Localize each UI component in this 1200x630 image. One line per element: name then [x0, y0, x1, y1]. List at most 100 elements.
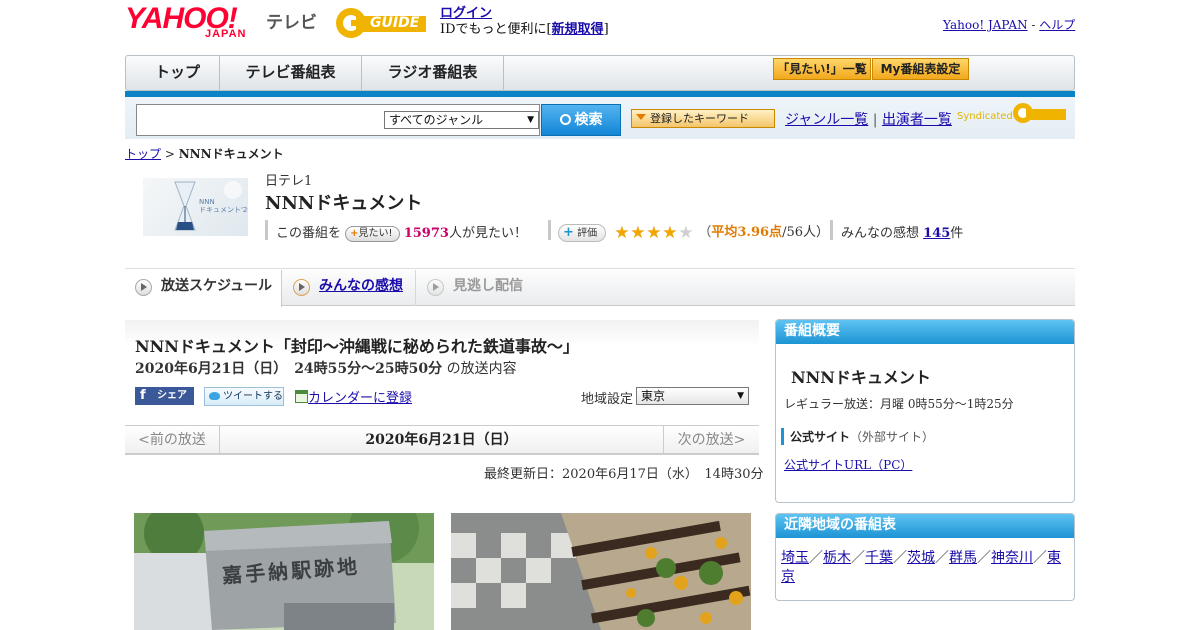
star-icon: ★ ★ — [662, 223, 678, 243]
region-select[interactable]: 東京 ▼ — [636, 387, 749, 405]
tab-impressions[interactable]: みんなの感想 — [283, 270, 416, 306]
episode-photo-1: 嘉手納駅跡地 — [134, 513, 434, 630]
official-site-label: 公式サイト — [790, 430, 851, 444]
rating-button-label: 評価 — [577, 228, 598, 239]
mitai-stat: この番組を +見たい! 15973人が見たい！ — [276, 222, 527, 242]
yahoo-japan-link[interactable]: Yahoo! JAPAN — [943, 18, 1028, 32]
tv-label: テレビ — [266, 13, 317, 32]
login-link[interactable]: ログイン — [440, 6, 492, 21]
channel-name: 日テレ1 — [265, 174, 313, 189]
mitai-button-label: 見たい! — [358, 228, 393, 239]
official-site-link[interactable]: 公式サイトURL（PC） — [784, 458, 912, 472]
tab-tv-schedule[interactable]: テレビ番組表 — [220, 56, 362, 90]
episode-datetime: 2020年6月21日（日） 24時55分～25時50分 — [135, 361, 443, 377]
gguide-small-logo — [1012, 102, 1068, 124]
region-separator: ／ — [851, 550, 865, 566]
nearby-region-heading: 近隣地域の番組表 — [776, 514, 1074, 538]
help-link[interactable]: ヘルプ — [1039, 18, 1075, 32]
region-separator: ／ — [893, 550, 907, 566]
pager-date: 2020年6月21日（日） — [365, 432, 518, 448]
thumbnail-caption: NNN ドキュメント'20 — [199, 198, 248, 214]
genre-list-link[interactable]: ジャンル一覧 — [785, 112, 868, 128]
plus-icon: + — [563, 225, 574, 240]
search-icon — [559, 114, 571, 125]
region-separator: ／ — [935, 550, 949, 566]
cast-list-link[interactable]: 出演者一覧 — [882, 112, 952, 128]
impressions-count-link[interactable]: 145 — [923, 226, 950, 241]
region-select-value: 東京 — [641, 389, 666, 403]
my-bangumi-button[interactable]: My番組表設定 — [872, 58, 969, 80]
breadcrumb-top-link[interactable]: トップ — [125, 147, 161, 161]
play-icon — [293, 279, 310, 296]
tab-missed-label: 見逃し配信 — [453, 278, 523, 294]
login-area: ログイン IDでもっと便利に[新規取得] — [440, 6, 609, 38]
prev-broadcast-link[interactable]: <前の放送 — [125, 426, 220, 454]
breadcrumb: トップ > NNNドキュメント — [125, 145, 284, 162]
tab-schedule[interactable]: 放送スケジュール — [125, 270, 282, 307]
program-title: NNNドキュメント — [265, 193, 423, 214]
region-separator: ／ — [809, 550, 823, 566]
region-label: 地域設定 — [581, 392, 634, 407]
mitai-count: 15973 — [403, 226, 449, 241]
plus-icon: + — [350, 228, 359, 239]
region-link[interactable]: 千葉 — [865, 550, 893, 566]
region-link[interactable]: 神奈川 — [991, 550, 1033, 566]
mitai-prefix: この番組を — [276, 226, 342, 241]
star-icon: ★ ★ — [646, 223, 662, 243]
rating-button[interactable]: + 評価 — [558, 224, 607, 242]
play-icon — [427, 279, 444, 296]
nearby-region-links: 埼玉／栃木／千葉／茨城／群馬／神奈川／東京 — [781, 549, 1066, 587]
rating-stat: + 評価 ★ ★ ★ ★ ★ ★ ★ ★ ★ （平均3.96点/56人） — [558, 221, 829, 242]
mitai-list-button[interactable]: 「見たい!」一覧 — [773, 58, 871, 80]
tab-top[interactable]: トップ — [136, 56, 220, 90]
genre-select-value: すべてのジャンル — [389, 113, 484, 127]
region-link[interactable]: 栃木 — [823, 550, 851, 566]
next-broadcast-link[interactable]: 次の放送> — [663, 426, 759, 454]
star-icon: ★ ★ — [630, 223, 646, 243]
region-link[interactable]: 埼玉 — [781, 550, 809, 566]
overview-program-name: NNNドキュメント — [791, 368, 931, 387]
link-separator: - — [1027, 18, 1040, 32]
genre-select[interactable]: すべてのジャンル ▼ — [384, 111, 539, 129]
breadcrumb-sep: > — [161, 147, 179, 161]
breadcrumb-current: NNNドキュメント — [178, 147, 284, 161]
gguide-text: GUIDE — [370, 15, 420, 31]
region-link[interactable]: 茨城 — [907, 550, 935, 566]
header-links: Yahoo! JAPAN - ヘルプ — [943, 16, 1075, 33]
keyword-button-label: 登録したキーワード — [650, 112, 749, 125]
official-site-heading: 公式サイト（外部サイト） — [781, 428, 934, 445]
official-site-note: （外部サイト） — [850, 430, 935, 444]
calendar-link: カレンダーに登録 — [308, 391, 413, 406]
episode-date-suffix: の放送内容 — [446, 361, 517, 377]
login-desc: IDでもっと便利に[ — [440, 22, 552, 37]
search-button-label: 検索 — [574, 112, 603, 128]
login-close: ] — [603, 22, 609, 37]
impressions-label: みんなの感想 — [841, 226, 920, 241]
chevron-down-icon: ▼ — [527, 115, 534, 125]
mitai-suffix: 人が見たい！ — [448, 226, 527, 241]
region-link[interactable]: 群馬 — [949, 550, 977, 566]
episode-title: NNNドキュメント「封印～沖縄戦に秘められた鉄道事故～」 — [135, 337, 579, 356]
rating-average: 平均3.96点 — [711, 225, 783, 240]
search-button[interactable]: 検索 — [541, 104, 621, 136]
schedule-tabs: 放送スケジュール みんなの感想 見逃し配信 — [125, 270, 1075, 307]
region-separator: ／ — [977, 550, 991, 566]
tab-top-line — [125, 268, 1075, 269]
tweet-button[interactable]: ツイートする — [204, 387, 284, 406]
tab-impressions-label: みんなの感想 — [319, 278, 403, 294]
regular-broadcast: レギュラー放送：月曜 0時55分～1時25分 — [784, 397, 1014, 411]
tab-radio-schedule[interactable]: ラジオ番組表 — [362, 56, 504, 90]
calendar-register[interactable]: カレンダーに登録 — [295, 387, 412, 406]
facebook-share-button[interactable]: f シェア — [135, 387, 194, 405]
register-link[interactable]: 新規取得 — [552, 22, 604, 37]
search-links: ジャンル一覧 | 出演者一覧 — [785, 109, 952, 129]
stat-divider — [265, 220, 268, 240]
tab-missed[interactable]: 見逃し配信 — [417, 270, 547, 306]
keyword-button[interactable]: 登録したキーワード — [631, 109, 775, 128]
official-site-url: 公式サイトURL（PC） — [784, 456, 912, 473]
mitai-button[interactable]: +見たい! — [345, 226, 400, 242]
rating-stars: ★ ★ ★ ★ ★ ★ ★ ★ ★ — [614, 225, 694, 242]
yahoo-logo-japan: JAPAN — [205, 28, 247, 40]
rating-paren: （ — [698, 225, 712, 240]
tweet-label: ツイートする — [223, 391, 283, 402]
